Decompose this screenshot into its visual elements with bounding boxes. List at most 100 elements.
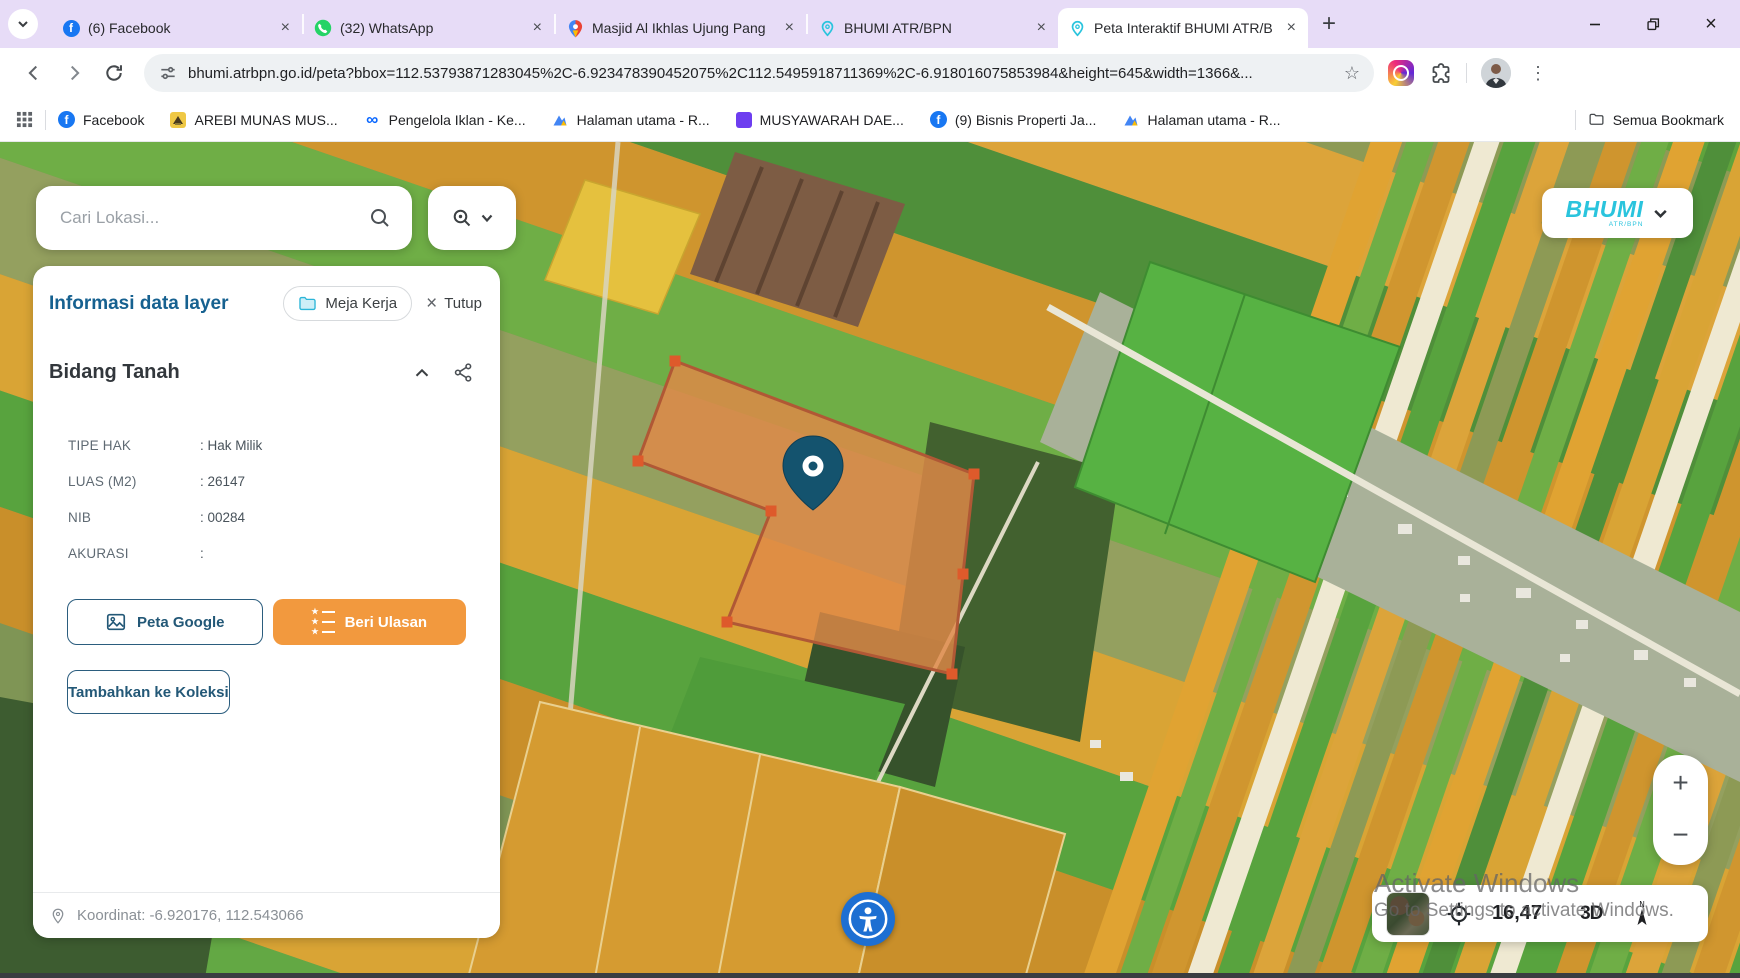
bidang-tanah-section-header: Bidang Tanah [33, 361, 500, 384]
folder-icon [298, 294, 317, 313]
arebi-badge-icon [170, 112, 186, 128]
tab-peta-interaktif-active[interactable]: Peta Interaktif BHUMI ATR/B × [1058, 8, 1308, 48]
compass-north-icon[interactable]: N [1632, 900, 1652, 927]
chevron-down-icon [480, 211, 494, 225]
restore-icon [1644, 15, 1662, 33]
bookmarks-right: Semua Bookmark [1563, 110, 1724, 130]
accessibility-person-icon [845, 896, 891, 942]
zoom-control: + − [1653, 755, 1708, 865]
location-pin-icon [49, 907, 67, 925]
chevron-down-icon [1652, 205, 1669, 222]
url-bar[interactable]: bhumi.atrbpn.go.id/peta?bbox=112.5379387… [144, 54, 1374, 92]
layer-info-panel: Informasi data layer Meja Kerja × Tutup … [33, 266, 500, 938]
zoom-out-button[interactable]: − [1672, 821, 1688, 849]
chevron-down-icon [16, 17, 30, 31]
tab-label: Masjid Al Ikhlas Ujung Pang [592, 20, 775, 36]
collapse-chevron-up-icon[interactable] [411, 362, 433, 384]
meta-infinity-icon: ∞ [364, 111, 381, 128]
3d-mode-button[interactable]: 3D [1580, 903, 1602, 925]
minimize-button[interactable] [1566, 0, 1624, 48]
tab-google-maps[interactable]: Masjid Al Ikhlas Ujung Pang × [556, 8, 806, 48]
review-stars-icon: ★ ★ ★ [311, 608, 334, 636]
panel-header: Informasi data layer Meja Kerja × Tutup [33, 266, 500, 321]
tab-close-icon[interactable]: × [279, 20, 292, 36]
tab-label: (6) Facebook [88, 20, 271, 36]
tab-facebook[interactable]: f (6) Facebook × [52, 8, 302, 48]
window-controls: × [1566, 0, 1740, 48]
beri-ulasan-button[interactable]: ★ ★ ★ Beri Ulasan [273, 599, 467, 645]
field-nib: NIB : 00284 [68, 508, 500, 527]
search-location-icon [451, 207, 473, 229]
svg-text:N: N [1640, 900, 1646, 909]
tab-label: Peta Interaktif BHUMI ATR/B [1094, 20, 1277, 36]
profile-avatar[interactable] [1481, 58, 1511, 88]
panel-title: Informasi data layer [49, 293, 229, 315]
tab-close-icon[interactable]: × [783, 20, 796, 36]
facebook-icon: f [930, 111, 947, 128]
bookmark-musyawarah[interactable]: MUSYAWARAH DAE... [736, 112, 904, 128]
tambahkan-ke-koleksi-button[interactable]: Tambahkan ke Koleksi [67, 670, 230, 714]
purple-table-icon [736, 112, 752, 128]
bookmarks-divider [45, 110, 46, 130]
bookmark-star-icon[interactable]: ☆ [1344, 63, 1360, 84]
locate-crosshair-icon[interactable] [1446, 901, 1472, 927]
bookmark-arebi[interactable]: AREBI MUNAS MUS... [170, 112, 337, 128]
taskbar-edge [0, 973, 1740, 978]
meja-kerja-button[interactable]: Meja Kerja [283, 286, 412, 321]
search-filter-button[interactable] [428, 186, 516, 250]
analytics-mountain-icon [552, 111, 569, 128]
extensions-puzzle-icon[interactable] [1428, 61, 1452, 85]
bookmark-bisnis-properti[interactable]: f (9) Bisnis Properti Ja... [930, 111, 1097, 128]
all-bookmarks-button[interactable]: Semua Bookmark [1588, 111, 1724, 128]
bookmark-halaman-utama-2[interactable]: Halaman utama - R... [1122, 111, 1280, 128]
url-text[interactable]: bhumi.atrbpn.go.id/peta?bbox=112.5379387… [188, 65, 1334, 82]
bookmark-halaman-utama-1[interactable]: Halaman utama - R... [552, 111, 710, 128]
close-panel-button[interactable]: × Tutup [426, 294, 482, 313]
basemap-thumbnail[interactable] [1386, 892, 1430, 936]
analytics-mountain-icon [1122, 111, 1139, 128]
tab-bhumi[interactable]: BHUMI ATR/BPN × [808, 8, 1058, 48]
close-window-button[interactable]: × [1682, 0, 1740, 48]
bookmark-facebook[interactable]: f Facebook [58, 111, 144, 128]
koordinat-footer: Koordinat: -6.920176, 112.543066 [33, 892, 500, 938]
bhumi-logo-button[interactable]: BHUMI ATR/BPN [1542, 188, 1693, 238]
minimize-icon [1586, 15, 1604, 33]
facebook-icon: f [58, 111, 75, 128]
share-icon[interactable] [453, 362, 474, 383]
tab-search-button[interactable] [8, 9, 38, 39]
avatar-person-icon [1481, 58, 1511, 88]
bookmark-pengelola-iklan[interactable]: ∞ Pengelola Iklan - Ke... [364, 111, 526, 128]
tab-close-icon[interactable]: × [1035, 20, 1048, 36]
search-input[interactable] [60, 208, 368, 228]
extension-colorful-icon[interactable] [1388, 60, 1414, 86]
back-button[interactable] [14, 55, 54, 91]
forward-button[interactable] [54, 55, 94, 91]
bookmarks-divider [1575, 110, 1576, 130]
tab-close-icon[interactable]: × [1285, 20, 1298, 36]
zoom-in-button[interactable]: + [1672, 769, 1688, 797]
tab-close-icon[interactable]: × [531, 20, 544, 36]
bhumi-pin-icon [818, 19, 836, 37]
folder-icon [1588, 111, 1605, 128]
apps-grid-icon[interactable] [16, 111, 33, 128]
accessibility-button[interactable] [841, 892, 895, 946]
map-image-icon [105, 611, 127, 633]
tab-whatsapp[interactable]: (32) WhatsApp × [304, 8, 554, 48]
field-luas: LUAS (M2) : 26147 [68, 472, 500, 491]
close-icon: × [426, 294, 437, 313]
site-settings-icon[interactable] [158, 63, 178, 83]
section-title: Bidang Tanah [49, 361, 180, 384]
tab-strip: f (6) Facebook × (32) WhatsApp × Masjid … [0, 0, 1740, 48]
browser-menu-kebab-icon[interactable]: ⋮ [1525, 63, 1551, 84]
peta-google-button[interactable]: Peta Google [67, 599, 263, 645]
tab-label: BHUMI ATR/BPN [844, 20, 1027, 36]
search-icon[interactable] [368, 206, 392, 230]
facebook-icon: f [62, 19, 80, 37]
map-area: Informasi data layer Meja Kerja × Tutup … [0, 142, 1740, 978]
new-tab-button[interactable]: + [1322, 10, 1336, 38]
restore-button[interactable] [1624, 0, 1682, 48]
toolbar-right: ⋮ [1388, 58, 1551, 88]
toolbar-divider [1466, 63, 1467, 83]
back-arrow-icon [23, 62, 45, 84]
reload-button[interactable] [94, 55, 134, 91]
